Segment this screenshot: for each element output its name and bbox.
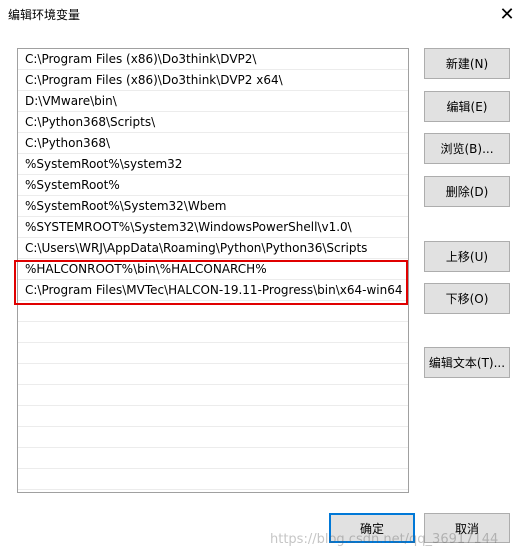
list-item[interactable]: C:\Users\WRJ\AppData\Roaming\Python\Pyth… <box>18 238 408 259</box>
list-item[interactable]: C:\Program Files (x86)\Do3think\DVP2\ <box>18 49 408 70</box>
new-button[interactable]: 新建(N) <box>424 48 510 79</box>
empty-row <box>18 301 408 322</box>
empty-row <box>18 364 408 385</box>
list-item[interactable]: %SYSTEMROOT%\System32\WindowsPowerShell\… <box>18 217 408 238</box>
path-list[interactable]: C:\Program Files (x86)\Do3think\DVP2\ C:… <box>17 48 409 493</box>
browse-button[interactable]: 浏览(B)... <box>424 133 510 164</box>
window-title: 编辑环境变量 <box>8 8 81 22</box>
list-item[interactable]: C:\Program Files\MVTec\HALCON-19.11-Prog… <box>18 280 408 301</box>
empty-row <box>18 343 408 364</box>
list-item[interactable]: %SystemRoot%\System32\Wbem <box>18 196 408 217</box>
title-bar: 编辑环境变量 ✕ <box>0 0 525 30</box>
list-item[interactable]: %SystemRoot%\system32 <box>18 154 408 175</box>
empty-row <box>18 469 408 490</box>
close-icon[interactable]: ✕ <box>489 0 525 28</box>
empty-row <box>18 322 408 343</box>
empty-row <box>18 406 408 427</box>
empty-row <box>18 448 408 469</box>
move-down-button[interactable]: 下移(O) <box>424 283 510 314</box>
move-up-button[interactable]: 上移(U) <box>424 241 510 272</box>
list-item[interactable]: D:\VMware\bin\ <box>18 91 408 112</box>
list-item[interactable]: C:\Python368\ <box>18 133 408 154</box>
edit-button[interactable]: 编辑(E) <box>424 91 510 122</box>
list-item[interactable]: C:\Python368\Scripts\ <box>18 112 408 133</box>
empty-row <box>18 385 408 406</box>
list-item[interactable]: %SystemRoot% <box>18 175 408 196</box>
list-item[interactable]: %HALCONROOT%\bin\%HALCONARCH% <box>18 259 408 280</box>
watermark: https://blog.csdn.net/qq_36917144 <box>270 532 499 547</box>
edit-text-button[interactable]: 编辑文本(T)... <box>424 347 510 378</box>
list-item[interactable]: C:\Program Files (x86)\Do3think\DVP2 x64… <box>18 70 408 91</box>
delete-button[interactable]: 删除(D) <box>424 176 510 207</box>
empty-row <box>18 427 408 448</box>
